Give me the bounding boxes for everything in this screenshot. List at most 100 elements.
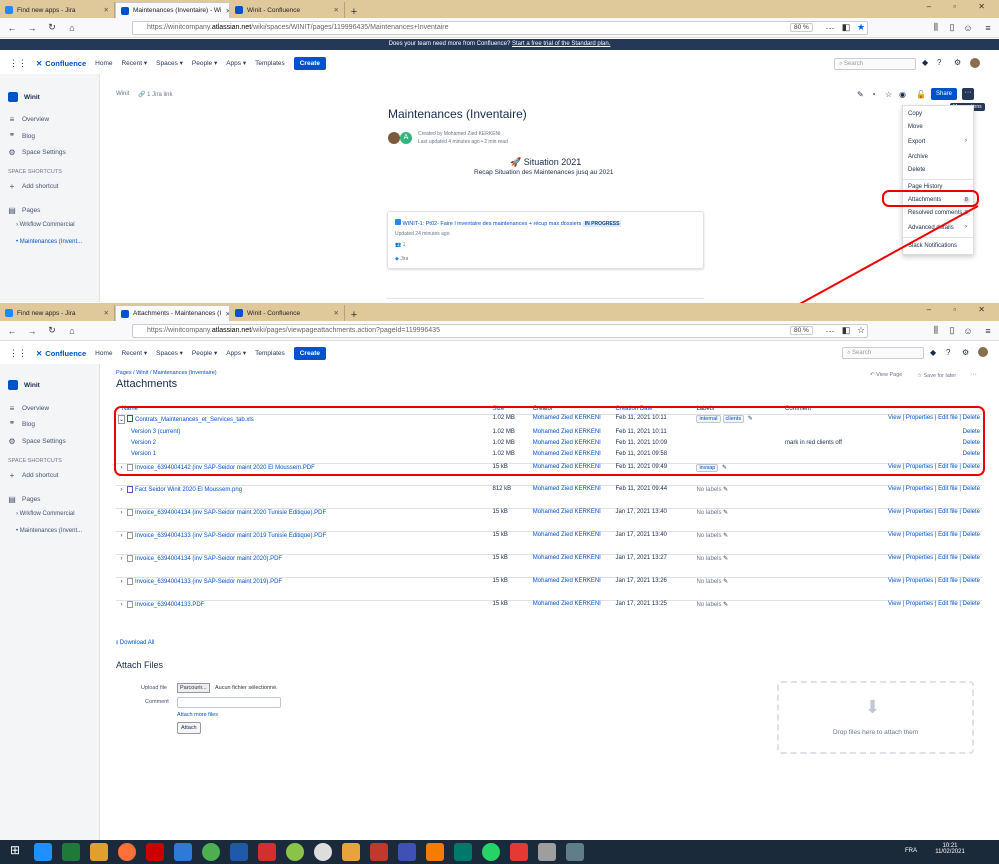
restrictions-icon[interactable]: 🔓: [916, 90, 926, 99]
create-button[interactable]: Create: [293, 346, 326, 360]
row-actions[interactable]: View | Properties | Edit file | Delete: [888, 578, 980, 584]
more-icon[interactable]: ···: [824, 326, 836, 336]
app-icon[interactable]: [398, 843, 416, 861]
file-name-link[interactable]: Invoice_6394004134 (inv SAP-Seidor maint…: [135, 556, 282, 562]
reload-icon[interactable]: ↻: [46, 325, 58, 336]
creator-link[interactable]: Mohamed Zied KERKENI: [533, 532, 601, 538]
edit-labels-icon[interactable]: ✎: [723, 510, 728, 516]
edit-icon[interactable]: ✎: [857, 90, 864, 99]
file-name-link[interactable]: Fact Seidor Winit 2020 El Moussem.png: [135, 487, 242, 493]
notifications-icon[interactable]: ◆: [930, 348, 936, 357]
star-icon[interactable]: ☆: [885, 90, 892, 99]
tab-maintenances[interactable]: Maintenances (Inventaire) - Wi✕: [115, 2, 230, 18]
download-all-link[interactable]: ⭳ Download All: [116, 638, 154, 648]
ie-icon[interactable]: [34, 843, 52, 861]
notifications-icon[interactable]: ◆: [922, 58, 928, 67]
tree-item-workflow[interactable]: › Wrkflow Commercial: [16, 511, 75, 517]
jira-link[interactable]: 🔗 1 Jira link: [138, 91, 172, 98]
more-actions-icon[interactable]: ···: [970, 371, 977, 378]
row-actions[interactable]: View | Properties | Edit file | Delete: [888, 509, 980, 515]
app-icon[interactable]: [286, 843, 304, 861]
start-icon[interactable]: ⊞: [6, 843, 24, 861]
chrome-icon[interactable]: [202, 843, 220, 861]
whatsapp-icon[interactable]: [482, 843, 500, 861]
menu-export[interactable]: Export: [908, 139, 925, 145]
menu-archive[interactable]: Archive: [908, 154, 928, 160]
breadcrumb[interactable]: Winit: [116, 91, 129, 97]
back-icon[interactable]: ←: [6, 23, 18, 33]
tab-jira[interactable]: Find new apps - Jira ✕: [0, 305, 115, 321]
tree-item-workflow[interactable]: › Wrkflow Commercial: [16, 222, 75, 228]
app-icon[interactable]: [314, 843, 332, 861]
sidebar-item-overview[interactable]: Overview: [22, 116, 49, 123]
drop-zone[interactable]: ⬇ Drop files here to attach them: [777, 681, 974, 754]
app-icon[interactable]: [566, 843, 584, 861]
menu-delete[interactable]: Delete: [908, 167, 925, 173]
close-tab-icon[interactable]: ✕: [334, 6, 339, 14]
menu-icon[interactable]: ≡: [982, 23, 994, 33]
row-actions[interactable]: View | Properties | Edit file | Delete: [888, 486, 980, 492]
account-icon[interactable]: ☺: [962, 23, 974, 33]
sidebar-item-space-settings[interactable]: Space Settings: [22, 149, 66, 156]
reload-icon[interactable]: ↻: [46, 22, 58, 33]
expand-toggle-icon[interactable]: ›: [118, 510, 125, 516]
close-tab-icon[interactable]: ✕: [104, 6, 109, 14]
sidebar-item-pages[interactable]: Pages: [22, 496, 40, 503]
tab-attachments[interactable]: Attachments - Maintenances (I✕: [115, 305, 230, 321]
library-icon[interactable]: ⫼: [930, 325, 942, 336]
attach-button[interactable]: Attach: [177, 722, 201, 734]
search-input[interactable]: ⌕ Search: [842, 347, 924, 359]
row-actions[interactable]: View | Properties | Edit file | Delete: [888, 532, 980, 538]
jira-card[interactable]: WINIT-1: Pt02- Faire l inventaire des ma…: [387, 211, 704, 269]
nav-home[interactable]: Home: [95, 60, 112, 67]
nav-recent[interactable]: Recent ▾: [121, 349, 147, 357]
expand-toggle-icon[interactable]: ›: [118, 556, 125, 562]
sidebar-icon[interactable]: ▯: [946, 325, 958, 336]
creator-link[interactable]: Mohamed Zied KERKENI: [533, 555, 601, 561]
expand-toggle-icon[interactable]: ›: [118, 602, 125, 608]
edit-labels-icon[interactable]: ✎: [723, 487, 728, 493]
address-bar[interactable]: https://winitcompany. atlassian.net/wiki/…: [132, 323, 868, 338]
file-name-link[interactable]: Invoice_6394004133.PDF: [135, 602, 204, 608]
app-icon[interactable]: [510, 843, 528, 861]
pocket-icon[interactable]: ◧: [840, 325, 852, 336]
zoom-level[interactable]: 80 %: [790, 326, 813, 335]
trial-link[interactable]: Start a free trial of the Standard plan.: [512, 41, 610, 47]
confluence-logo[interactable]: ✕ Confluence: [36, 59, 86, 68]
close-tab-icon[interactable]: ✕: [334, 309, 339, 317]
window-controls[interactable]: – ▫ ✕: [927, 2, 995, 11]
word-icon[interactable]: [174, 843, 192, 861]
nav-home[interactable]: Home: [95, 350, 112, 357]
space-name[interactable]: Winit: [24, 382, 40, 389]
nav-apps[interactable]: Apps ▾: [226, 349, 246, 357]
new-tab-button[interactable]: +: [345, 6, 363, 18]
nav-people[interactable]: People ▾: [192, 349, 217, 357]
app-icon[interactable]: [370, 843, 388, 861]
more-icon[interactable]: ···: [824, 23, 836, 33]
jira-issue-link[interactable]: WINIT-1: Pt02- Faire l inventaire des ma…: [395, 219, 622, 227]
view-page-link[interactable]: ↶ View Page: [870, 372, 902, 378]
expand-toggle-icon[interactable]: ›: [118, 487, 125, 493]
edit-labels-icon[interactable]: ✎: [723, 533, 728, 539]
row-actions[interactable]: View | Properties | Edit file | Delete: [888, 601, 980, 607]
row-actions[interactable]: View | Properties | Edit file | Delete: [888, 555, 980, 561]
confluence-logo[interactable]: ✕ Confluence: [36, 349, 86, 358]
edit-labels-icon[interactable]: ✎: [723, 602, 728, 608]
excel-icon[interactable]: [62, 843, 80, 861]
library-icon[interactable]: ⫼: [930, 22, 942, 33]
explorer-icon[interactable]: [90, 843, 108, 861]
expand-toggle-icon[interactable]: ›: [118, 579, 125, 585]
search-input[interactable]: ⌕ Search: [834, 58, 916, 70]
create-button[interactable]: Create: [293, 56, 326, 70]
window-controls[interactable]: – ▫ ✕: [927, 305, 995, 314]
file-name-link[interactable]: Invoice_6394004133 (inv SAP-Seidor maint…: [135, 579, 282, 585]
creator-link[interactable]: Mohamed Zied KERKENI: [533, 486, 601, 492]
account-icon[interactable]: ☺: [962, 326, 974, 336]
save-for-later-button[interactable]: ☆ Save for later: [917, 373, 956, 379]
nav-apps[interactable]: Apps ▾: [226, 59, 246, 67]
app-icon[interactable]: [426, 843, 444, 861]
sidebar-item-blog[interactable]: Blog: [22, 133, 35, 140]
app-switcher-icon[interactable]: ⋮⋮: [9, 348, 27, 359]
add-shortcut-link[interactable]: Add shortcut: [22, 472, 59, 479]
help-icon[interactable]: ?: [937, 58, 941, 67]
